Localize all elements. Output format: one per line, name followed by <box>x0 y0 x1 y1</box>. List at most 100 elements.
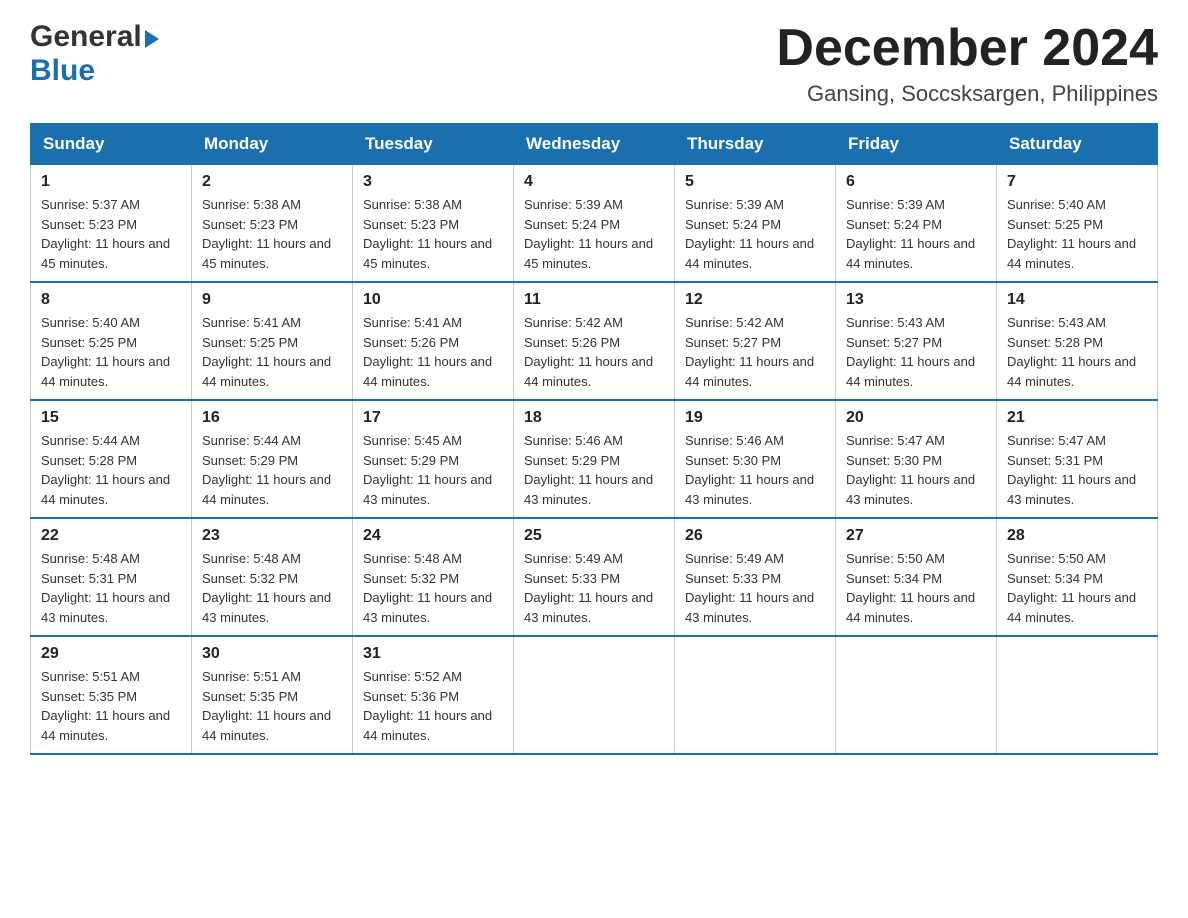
day-info: Sunrise: 5:39 AM Sunset: 5:24 PM Dayligh… <box>685 195 825 273</box>
day-number: 25 <box>524 527 664 545</box>
day-info: Sunrise: 5:42 AM Sunset: 5:26 PM Dayligh… <box>524 313 664 391</box>
day-number: 12 <box>685 291 825 309</box>
day-number: 21 <box>1007 409 1147 427</box>
day-number: 30 <box>202 645 342 663</box>
day-info: Sunrise: 5:51 AM Sunset: 5:35 PM Dayligh… <box>41 667 181 745</box>
calendar-cell: 29 Sunrise: 5:51 AM Sunset: 5:35 PM Dayl… <box>31 636 192 754</box>
day-number: 23 <box>202 527 342 545</box>
location-subtitle: Gansing, Soccsksargen, Philippines <box>776 81 1158 107</box>
day-number: 22 <box>41 527 181 545</box>
day-number: 27 <box>846 527 986 545</box>
day-info: Sunrise: 5:40 AM Sunset: 5:25 PM Dayligh… <box>41 313 181 391</box>
logo-arrow-icon <box>145 30 159 48</box>
calendar-header-row: SundayMondayTuesdayWednesdayThursdayFrid… <box>31 124 1158 165</box>
logo-blue-text: Blue <box>30 54 159 88</box>
day-number: 11 <box>524 291 664 309</box>
day-number: 24 <box>363 527 503 545</box>
calendar-cell: 30 Sunrise: 5:51 AM Sunset: 5:35 PM Dayl… <box>192 636 353 754</box>
day-info: Sunrise: 5:47 AM Sunset: 5:30 PM Dayligh… <box>846 431 986 509</box>
day-info: Sunrise: 5:37 AM Sunset: 5:23 PM Dayligh… <box>41 195 181 273</box>
day-info: Sunrise: 5:51 AM Sunset: 5:35 PM Dayligh… <box>202 667 342 745</box>
day-info: Sunrise: 5:45 AM Sunset: 5:29 PM Dayligh… <box>363 431 503 509</box>
calendar-cell: 17 Sunrise: 5:45 AM Sunset: 5:29 PM Dayl… <box>353 400 514 518</box>
day-info: Sunrise: 5:49 AM Sunset: 5:33 PM Dayligh… <box>524 549 664 627</box>
calendar-cell: 1 Sunrise: 5:37 AM Sunset: 5:23 PM Dayli… <box>31 165 192 283</box>
day-info: Sunrise: 5:46 AM Sunset: 5:30 PM Dayligh… <box>685 431 825 509</box>
day-number: 15 <box>41 409 181 427</box>
day-info: Sunrise: 5:39 AM Sunset: 5:24 PM Dayligh… <box>524 195 664 273</box>
day-number: 9 <box>202 291 342 309</box>
day-number: 28 <box>1007 527 1147 545</box>
day-number: 18 <box>524 409 664 427</box>
col-header-wednesday: Wednesday <box>514 124 675 165</box>
month-title: December 2024 <box>776 20 1158 77</box>
day-number: 26 <box>685 527 825 545</box>
col-header-saturday: Saturday <box>997 124 1158 165</box>
calendar-cell: 21 Sunrise: 5:47 AM Sunset: 5:31 PM Dayl… <box>997 400 1158 518</box>
day-info: Sunrise: 5:47 AM Sunset: 5:31 PM Dayligh… <box>1007 431 1147 509</box>
logo: General Blue <box>30 20 159 88</box>
calendar-cell: 23 Sunrise: 5:48 AM Sunset: 5:32 PM Dayl… <box>192 518 353 636</box>
day-info: Sunrise: 5:49 AM Sunset: 5:33 PM Dayligh… <box>685 549 825 627</box>
day-number: 19 <box>685 409 825 427</box>
day-number: 5 <box>685 173 825 191</box>
calendar-cell: 10 Sunrise: 5:41 AM Sunset: 5:26 PM Dayl… <box>353 282 514 400</box>
calendar-cell: 31 Sunrise: 5:52 AM Sunset: 5:36 PM Dayl… <box>353 636 514 754</box>
day-info: Sunrise: 5:38 AM Sunset: 5:23 PM Dayligh… <box>363 195 503 273</box>
calendar-cell: 11 Sunrise: 5:42 AM Sunset: 5:26 PM Dayl… <box>514 282 675 400</box>
calendar-cell: 28 Sunrise: 5:50 AM Sunset: 5:34 PM Dayl… <box>997 518 1158 636</box>
day-number: 17 <box>363 409 503 427</box>
col-header-monday: Monday <box>192 124 353 165</box>
calendar-cell: 5 Sunrise: 5:39 AM Sunset: 5:24 PM Dayli… <box>675 165 836 283</box>
calendar-cell <box>675 636 836 754</box>
calendar-cell: 22 Sunrise: 5:48 AM Sunset: 5:31 PM Dayl… <box>31 518 192 636</box>
day-number: 16 <box>202 409 342 427</box>
calendar-cell <box>836 636 997 754</box>
calendar-cell: 12 Sunrise: 5:42 AM Sunset: 5:27 PM Dayl… <box>675 282 836 400</box>
calendar-week-row: 29 Sunrise: 5:51 AM Sunset: 5:35 PM Dayl… <box>31 636 1158 754</box>
col-header-friday: Friday <box>836 124 997 165</box>
calendar-cell: 14 Sunrise: 5:43 AM Sunset: 5:28 PM Dayl… <box>997 282 1158 400</box>
col-header-thursday: Thursday <box>675 124 836 165</box>
day-info: Sunrise: 5:44 AM Sunset: 5:28 PM Dayligh… <box>41 431 181 509</box>
calendar-cell: 8 Sunrise: 5:40 AM Sunset: 5:25 PM Dayli… <box>31 282 192 400</box>
calendar-week-row: 15 Sunrise: 5:44 AM Sunset: 5:28 PM Dayl… <box>31 400 1158 518</box>
col-header-tuesday: Tuesday <box>353 124 514 165</box>
day-info: Sunrise: 5:46 AM Sunset: 5:29 PM Dayligh… <box>524 431 664 509</box>
day-number: 6 <box>846 173 986 191</box>
calendar-cell: 18 Sunrise: 5:46 AM Sunset: 5:29 PM Dayl… <box>514 400 675 518</box>
calendar-week-row: 1 Sunrise: 5:37 AM Sunset: 5:23 PM Dayli… <box>31 165 1158 283</box>
page-header: General Blue December 2024 Gansing, Socc… <box>30 20 1158 107</box>
day-info: Sunrise: 5:50 AM Sunset: 5:34 PM Dayligh… <box>1007 549 1147 627</box>
calendar-cell: 24 Sunrise: 5:48 AM Sunset: 5:32 PM Dayl… <box>353 518 514 636</box>
day-info: Sunrise: 5:48 AM Sunset: 5:32 PM Dayligh… <box>363 549 503 627</box>
calendar-cell: 16 Sunrise: 5:44 AM Sunset: 5:29 PM Dayl… <box>192 400 353 518</box>
day-info: Sunrise: 5:43 AM Sunset: 5:27 PM Dayligh… <box>846 313 986 391</box>
day-number: 29 <box>41 645 181 663</box>
calendar-cell: 13 Sunrise: 5:43 AM Sunset: 5:27 PM Dayl… <box>836 282 997 400</box>
day-info: Sunrise: 5:41 AM Sunset: 5:26 PM Dayligh… <box>363 313 503 391</box>
day-info: Sunrise: 5:50 AM Sunset: 5:34 PM Dayligh… <box>846 549 986 627</box>
calendar-cell: 4 Sunrise: 5:39 AM Sunset: 5:24 PM Dayli… <box>514 165 675 283</box>
calendar-cell <box>514 636 675 754</box>
day-info: Sunrise: 5:42 AM Sunset: 5:27 PM Dayligh… <box>685 313 825 391</box>
day-number: 31 <box>363 645 503 663</box>
title-area: December 2024 Gansing, Soccsksargen, Phi… <box>776 20 1158 107</box>
day-number: 20 <box>846 409 986 427</box>
day-number: 8 <box>41 291 181 309</box>
day-number: 10 <box>363 291 503 309</box>
day-info: Sunrise: 5:52 AM Sunset: 5:36 PM Dayligh… <box>363 667 503 745</box>
calendar-cell: 15 Sunrise: 5:44 AM Sunset: 5:28 PM Dayl… <box>31 400 192 518</box>
calendar-cell: 25 Sunrise: 5:49 AM Sunset: 5:33 PM Dayl… <box>514 518 675 636</box>
day-info: Sunrise: 5:40 AM Sunset: 5:25 PM Dayligh… <box>1007 195 1147 273</box>
day-info: Sunrise: 5:48 AM Sunset: 5:32 PM Dayligh… <box>202 549 342 627</box>
day-info: Sunrise: 5:44 AM Sunset: 5:29 PM Dayligh… <box>202 431 342 509</box>
calendar-cell <box>997 636 1158 754</box>
day-number: 2 <box>202 173 342 191</box>
calendar-week-row: 22 Sunrise: 5:48 AM Sunset: 5:31 PM Dayl… <box>31 518 1158 636</box>
calendar-table: SundayMondayTuesdayWednesdayThursdayFrid… <box>30 123 1158 755</box>
day-info: Sunrise: 5:48 AM Sunset: 5:31 PM Dayligh… <box>41 549 181 627</box>
day-number: 4 <box>524 173 664 191</box>
logo-general-text: General <box>30 20 142 54</box>
calendar-week-row: 8 Sunrise: 5:40 AM Sunset: 5:25 PM Dayli… <box>31 282 1158 400</box>
